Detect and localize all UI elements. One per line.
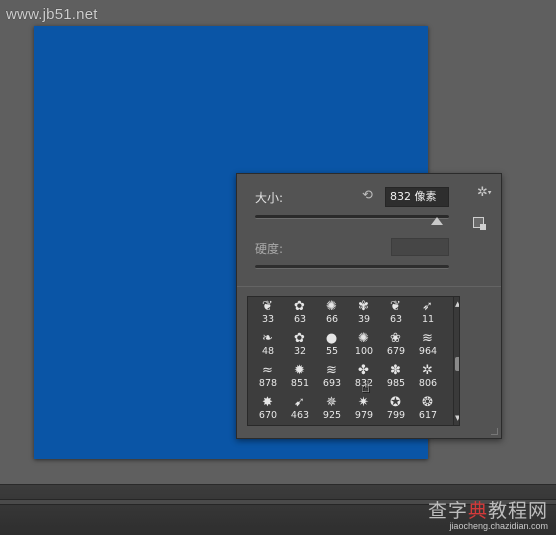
- brush-size-label: 39: [357, 314, 371, 325]
- brush-size-label: 66: [325, 314, 339, 325]
- brush-size-label: 670: [258, 410, 278, 421]
- brush-size-label: 964: [418, 346, 438, 357]
- brush-size-label: 48: [261, 346, 275, 357]
- brush-size-label: 679: [386, 346, 406, 357]
- brush-tip-icon: ≋: [326, 363, 337, 378]
- brush-tip-icon: ➹: [294, 395, 305, 410]
- brush-preset-item[interactable]: ✵ 925: [316, 393, 348, 425]
- brush-grid: ❦ 33 ✿ 63 ✺ 66 ✾ 39 ❦ 63 ➶ 11 ❧ 48 ✿ 32 ● 55 ✺ 100 ❀ 679 ≋ 964 ≈…: [252, 297, 444, 425]
- brush-size-label: 851: [290, 378, 310, 389]
- brush-tip-icon: ❂: [422, 395, 433, 410]
- brush-tip-icon: ➶: [422, 299, 433, 314]
- brush-tip-icon: ✹: [294, 363, 305, 378]
- resize-grip-icon[interactable]: [491, 428, 498, 435]
- brush-preset-item[interactable]: ➶ 11: [412, 297, 444, 329]
- brush-tip-icon: ✤: [358, 363, 369, 378]
- brush-size-label: 63: [293, 314, 307, 325]
- size-input[interactable]: 832 像素: [385, 187, 449, 207]
- brush-preset-item[interactable]: ✺ 100: [348, 329, 380, 361]
- brush-tip-icon: ✾: [358, 299, 369, 314]
- brush-tip-icon: ✿: [294, 299, 305, 314]
- brush-tip-icon: ✽: [390, 363, 401, 378]
- brush-preset-item[interactable]: ✸ 670: [252, 393, 284, 425]
- brush-preset-item[interactable]: ❂ 617: [412, 393, 444, 425]
- watermark-text: www.jb51.net: [6, 6, 98, 23]
- brush-preset-item[interactable]: ✽ 985: [380, 361, 412, 393]
- brush-tip-icon: ✲: [422, 363, 433, 378]
- brush-size-label: 32: [293, 346, 307, 357]
- brush-size-label: 55: [325, 346, 339, 357]
- size-slider-thumb[interactable]: [431, 217, 444, 225]
- watermark-cn-2: 教程网: [487, 500, 548, 522]
- brush-size-label: 33: [261, 314, 275, 325]
- brush-preset-item[interactable]: ≋ 964: [412, 329, 444, 361]
- brush-size-label: 463: [290, 410, 310, 421]
- new-preset-icon[interactable]: [473, 217, 486, 230]
- brush-size-label: 63: [389, 314, 403, 325]
- brush-size-label: 693: [322, 378, 342, 389]
- reset-icon[interactable]: ⟲: [362, 189, 376, 203]
- brush-size-label: 617: [418, 410, 438, 421]
- brush-preset-item[interactable]: ✿ 32: [284, 329, 316, 361]
- brush-list-scrollbar[interactable]: ▲ ▼: [453, 297, 459, 425]
- brush-tip-icon: ✸: [262, 395, 273, 410]
- brush-size-label: 799: [386, 410, 406, 421]
- brush-preset-item[interactable]: ✷ 979: [348, 393, 380, 425]
- brush-size-label: 100: [354, 346, 374, 357]
- watermark-cn-1: 查字: [427, 500, 468, 522]
- brush-preset-list[interactable]: ❦ 33 ✿ 63 ✺ 66 ✾ 39 ❦ 63 ➶ 11 ❧ 48 ✿ 32 ● 55 ✺ 100 ❀ 679 ≋ 964 ≈…: [247, 296, 460, 426]
- brush-preset-picker: 大小: ⟲ 832 像素 ✲▾ 硬度: ❦ 33 ✿ 63 ✺ 66 ✾ 39 ❦ 63 ➶ 11 ❧ 4…: [236, 173, 502, 439]
- hand-cursor-icon: ☝: [361, 378, 371, 396]
- scroll-down-arrow-icon[interactable]: ▼: [455, 414, 459, 422]
- size-slider-track[interactable]: [255, 215, 449, 219]
- brush-preset-item[interactable]: ❧ 48: [252, 329, 284, 361]
- brush-tip-icon: ≋: [422, 331, 433, 346]
- brush-size-label: 11: [421, 314, 435, 325]
- brush-preset-item[interactable]: ✲ 806: [412, 361, 444, 393]
- brush-size-label: 878: [258, 378, 278, 389]
- brush-tip-icon: ❦: [262, 299, 273, 314]
- watermark-cn-red: 典: [467, 500, 488, 522]
- brush-size-label: 985: [386, 378, 406, 389]
- brush-size-label: 925: [322, 410, 342, 421]
- brush-size-label: 979: [354, 410, 374, 421]
- hardness-input[interactable]: [391, 238, 449, 256]
- brush-preset-item[interactable]: ❀ 679: [380, 329, 412, 361]
- watermark-bottom: 查字典教程网 jiaocheng.chazidian.com: [428, 496, 548, 531]
- brush-preset-item[interactable]: ✪ 799: [380, 393, 412, 425]
- brush-preset-item[interactable]: ✹ 851: [284, 361, 316, 393]
- brush-size-label: 806: [418, 378, 438, 389]
- brush-preset-item[interactable]: ✺ 66: [316, 297, 348, 329]
- brush-preset-item[interactable]: ✾ 39: [348, 297, 380, 329]
- brush-preset-item[interactable]: ❦ 33: [252, 297, 284, 329]
- brush-tip-icon: ≈: [262, 363, 273, 378]
- scroll-thumb[interactable]: [455, 357, 459, 371]
- brush-preset-item[interactable]: ≋ 693: [316, 361, 348, 393]
- brush-tip-icon: ❧: [262, 331, 273, 346]
- brush-tip-icon: ✪: [390, 395, 401, 410]
- brush-tip-icon: ❦: [390, 299, 401, 314]
- brush-preset-item[interactable]: ● 55: [316, 329, 348, 361]
- brush-preset-item[interactable]: ✿ 63: [284, 297, 316, 329]
- scroll-up-arrow-icon[interactable]: ▲: [455, 300, 459, 308]
- gear-icon[interactable]: ✲▾: [477, 185, 491, 200]
- hardness-label: 硬度:: [255, 242, 284, 256]
- hardness-slider-track[interactable]: [255, 265, 449, 269]
- panel-divider-line: [237, 286, 501, 287]
- brush-tip-icon: ✺: [358, 331, 369, 346]
- brush-preset-item[interactable]: ❦ 63: [380, 297, 412, 329]
- brush-tip-icon: ❀: [390, 331, 401, 346]
- brush-tip-icon: ✺: [326, 299, 337, 314]
- brush-tip-icon: ✷: [358, 395, 369, 410]
- brush-tip-icon: ✿: [294, 331, 305, 346]
- brush-preset-item[interactable]: ➹ 463: [284, 393, 316, 425]
- size-label: 大小:: [255, 191, 284, 205]
- brush-tip-icon: ●: [325, 331, 338, 346]
- brush-preset-item[interactable]: ≈878: [252, 361, 284, 393]
- brush-tip-icon: ✵: [326, 395, 337, 410]
